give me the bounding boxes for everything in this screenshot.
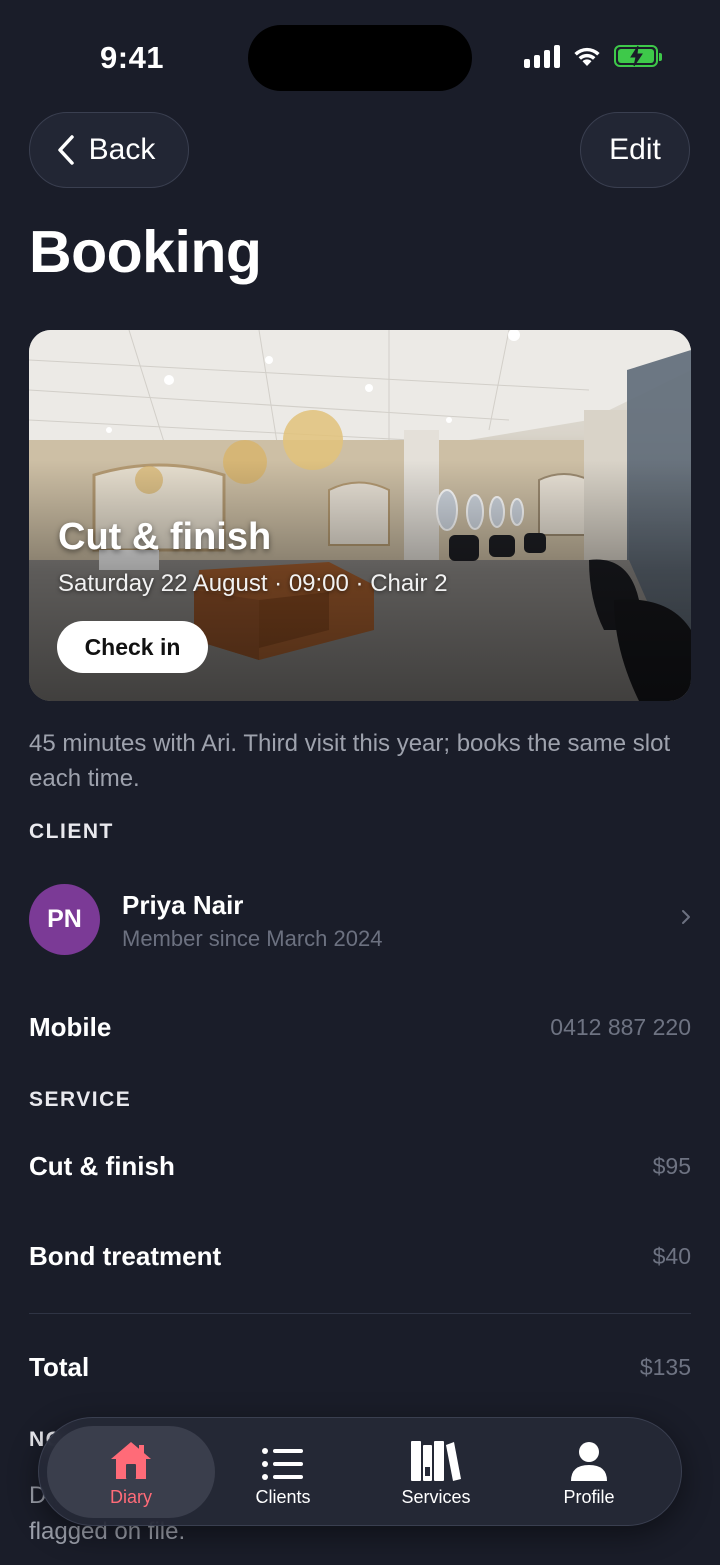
mobile-row[interactable]: Mobile 0412 887 220: [29, 1012, 691, 1043]
tab-clients[interactable]: Clients: [199, 1426, 367, 1518]
tab-services[interactable]: Services: [352, 1426, 520, 1518]
service-row: Cut & finish $95: [29, 1151, 691, 1182]
check-in-button[interactable]: Check in: [57, 621, 208, 673]
chevron-left-icon: [57, 135, 74, 165]
tab-bar: Diary Clients Services Profile: [38, 1417, 682, 1526]
divider: [29, 1313, 691, 1314]
client-section-label: CLIENT: [29, 820, 114, 843]
edit-button[interactable]: Edit: [580, 112, 690, 188]
dynamic-island: [248, 25, 472, 91]
total-value: $135: [639, 1354, 691, 1380]
books-icon: [411, 1441, 461, 1481]
person-icon: [571, 1442, 607, 1481]
avatar: PN: [29, 884, 100, 955]
status-bar: 9:41: [0, 0, 720, 110]
service-price: $95: [652, 1153, 691, 1179]
back-button[interactable]: Back: [29, 112, 189, 188]
mobile-label: Mobile: [29, 1012, 112, 1042]
client-row[interactable]: PN Priya Nair Member since March 2024: [29, 884, 691, 956]
wifi-icon: [574, 47, 600, 66]
booking-hero-card: Cut & finish Saturday 22 August · 09:00 …: [29, 330, 691, 701]
tab-label: Services: [401, 1487, 471, 1507]
service-row: Bond treatment $40: [29, 1241, 691, 1272]
hero-title: Cut & finish: [58, 516, 272, 558]
tab-profile[interactable]: Profile: [505, 1426, 673, 1518]
mobile-value: 0412 887 220: [550, 1014, 691, 1040]
total-row: Total $135: [29, 1352, 691, 1383]
chevron-right-icon: [682, 910, 690, 924]
service-price: $40: [652, 1243, 691, 1269]
tab-diary[interactable]: Diary: [47, 1426, 215, 1518]
tab-label: Diary: [109, 1487, 152, 1507]
status-icons: [524, 44, 662, 68]
service-section-label: SERVICE: [29, 1088, 132, 1111]
list-icon: [262, 1448, 303, 1480]
page-title: Booking: [29, 219, 262, 285]
cellular-signal-icon: [524, 44, 560, 68]
battery-icon: [614, 45, 662, 67]
house-icon: [111, 1442, 151, 1479]
service-name: Bond treatment: [29, 1241, 222, 1271]
booking-description: 45 minutes with Ari. Third visit this ye…: [29, 730, 671, 792]
client-member-since: Member since March 2024: [122, 926, 383, 951]
tab-label: Clients: [255, 1487, 311, 1507]
status-time: 9:41: [100, 40, 165, 75]
hero-subtitle: Saturday 22 August · 09:00 · Chair 2: [58, 570, 448, 597]
tab-label: Profile: [563, 1487, 615, 1507]
back-label: Back: [88, 133, 156, 166]
client-name: Priya Nair: [122, 890, 244, 920]
total-label: Total: [29, 1352, 90, 1382]
service-name: Cut & finish: [29, 1151, 175, 1181]
